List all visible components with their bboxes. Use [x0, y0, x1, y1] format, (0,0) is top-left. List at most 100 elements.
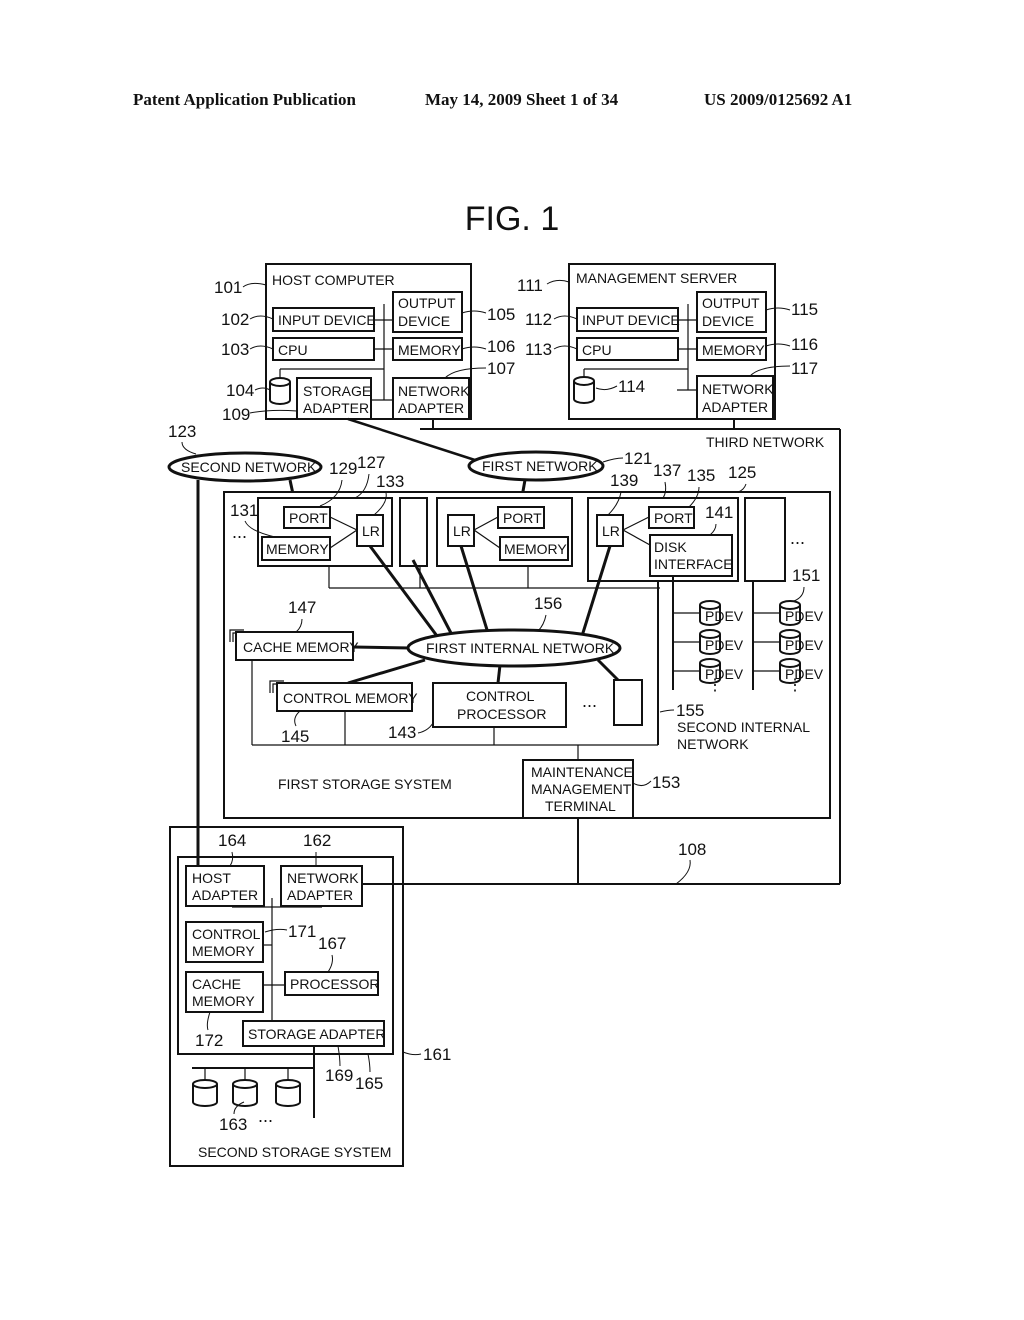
- ref-156: 156: [534, 594, 562, 613]
- host-cpu-label: CPU: [278, 342, 308, 358]
- control-memory-label: CONTROL MEMORY: [283, 690, 418, 706]
- memory-1-label: MEMORY: [266, 541, 329, 557]
- host-disk-icon: [269, 377, 291, 405]
- ref-163: 163: [219, 1115, 247, 1134]
- ref-111: 111: [517, 276, 543, 295]
- ref-162: 162: [303, 831, 331, 850]
- channel-adapter-2: LR PORT MEMORY: [436, 497, 573, 567]
- port-3-label: PORT: [654, 510, 693, 526]
- first-network-label: FIRST NETWORK: [482, 458, 598, 474]
- host-network-adapter-label-2: ADAPTER: [398, 400, 464, 416]
- ref-123: 123: [168, 422, 196, 441]
- ref-103: 103: [221, 340, 249, 359]
- ref-153: 153: [652, 773, 680, 792]
- second-network: SECOND NETWORK 123: [167, 422, 323, 483]
- management-server: MANAGEMENT SERVER INPUT DEVICE OUTPUT DE…: [517, 263, 818, 420]
- ref-131: 131: [230, 501, 258, 520]
- ref-109: 109: [222, 405, 250, 424]
- ref-145: 145: [281, 727, 309, 746]
- pdev-vertical-ellipsis-2: ⋮: [787, 677, 803, 694]
- ellipsis-right: ...: [790, 528, 805, 548]
- mgmt-output-label-1: OUTPUT: [702, 295, 760, 311]
- control-processor-label-2: PROCESSOR: [457, 706, 546, 722]
- mgmt-memory-label: MEMORY: [702, 342, 765, 358]
- host-computer: HOST COMPUTER INPUT DEVICE OUTPUT DEVICE…: [214, 263, 515, 424]
- ref-101: 101: [214, 278, 242, 297]
- pdev-vertical-ellipsis-1: ⋮: [707, 677, 723, 694]
- cache-memory-label: CACHE MEMORY: [243, 639, 359, 655]
- ellipsis-left: ...: [232, 522, 247, 542]
- channel-adapter-collapsed: [399, 497, 428, 567]
- ref-155: 155: [676, 701, 704, 720]
- port-1-label: PORT: [289, 510, 328, 526]
- host-computer-title: HOST COMPUTER: [272, 272, 395, 288]
- host-adapter-label-2: ADAPTER: [192, 887, 258, 903]
- third-network-label: THIRD NETWORK: [706, 434, 825, 450]
- ref-115: 115: [791, 300, 818, 319]
- management-server-title: MANAGEMENT SERVER: [576, 270, 737, 286]
- pdev-label: PDEV: [785, 637, 824, 653]
- ref-104: 104: [226, 381, 254, 400]
- ref-107: 107: [487, 359, 515, 378]
- second-control-memory-label-2: MEMORY: [192, 943, 255, 959]
- host-input-device-label: INPUT DEVICE: [278, 312, 376, 328]
- ref-127: 127: [357, 453, 385, 472]
- maint-label-1: MAINTENANCE: [531, 764, 633, 780]
- maint-label-3: TERMINAL: [545, 798, 616, 814]
- pdev-label: PDEV: [705, 637, 744, 653]
- maint-label-2: MANAGEMENT: [531, 781, 632, 797]
- ref-105: 105: [487, 305, 515, 324]
- host-storage-adapter-label-2: ADAPTER: [303, 400, 369, 416]
- lr-3-label: LR: [602, 523, 620, 539]
- ref-125: 125: [728, 463, 756, 482]
- second-cache-memory-label-2: MEMORY: [192, 993, 255, 1009]
- ref-141: 141: [705, 503, 733, 522]
- port-2-label: PORT: [503, 510, 542, 526]
- ref-147: 147: [288, 598, 316, 617]
- ref-106: 106: [487, 337, 515, 356]
- lr-1-label: LR: [362, 523, 380, 539]
- second-network-label: SECOND NETWORK: [181, 459, 317, 475]
- host-output-label-1: OUTPUT: [398, 295, 456, 311]
- mgmt-disk-icon: [573, 376, 595, 404]
- second-storage-system-title: SECOND STORAGE SYSTEM: [198, 1144, 391, 1160]
- ref-164: 164: [218, 831, 246, 850]
- ref-116: 116: [791, 335, 818, 354]
- second-internal-network-label-1: SECOND INTERNAL: [677, 719, 810, 735]
- mgmt-input-device-label: INPUT DEVICE: [582, 312, 680, 328]
- first-internal-network-label: FIRST INTERNAL NETWORK: [426, 640, 615, 656]
- second-cache-memory-label-1: CACHE: [192, 976, 241, 992]
- second-storage-system: HOST ADAPTER NETWORK ADAPTER CONTROL MEM…: [169, 826, 451, 1167]
- ref-151: 151: [792, 566, 820, 585]
- second-network-adapter-label-2: ADAPTER: [287, 887, 353, 903]
- second-storage-adapter-label: STORAGE ADAPTER: [248, 1026, 385, 1042]
- ref-172: 172: [195, 1031, 223, 1050]
- host-storage-adapter-label-1: STORAGE: [303, 383, 371, 399]
- ref-169: 169: [325, 1066, 353, 1085]
- system-diagram: HOST COMPUTER INPUT DEVICE OUTPUT DEVICE…: [167, 263, 841, 1167]
- ref-165: 165: [355, 1074, 383, 1093]
- ref-108: 108: [678, 840, 706, 859]
- ref-135: 135: [687, 466, 715, 485]
- host-network-adapter-label-1: NETWORK: [398, 383, 470, 399]
- disk-adapter-collapsed: [744, 497, 786, 582]
- mgmt-cpu-label: CPU: [582, 342, 612, 358]
- memory-2-label: MEMORY: [504, 541, 567, 557]
- disk-interface-label-2: INTERFACE: [654, 556, 733, 572]
- second-network-adapter-label-1: NETWORK: [287, 870, 359, 886]
- ref-129: 129: [329, 459, 357, 478]
- host-memory-label: MEMORY: [398, 342, 461, 358]
- first-storage-system: 125 PORT MEMORY LR LR PORT MEMORY LR POR…: [223, 453, 831, 884]
- first-storage-system-title: FIRST STORAGE SYSTEM: [278, 776, 452, 792]
- mgmt-network-adapter-label-2: ADAPTER: [702, 399, 768, 415]
- host-adapter-label-1: HOST: [192, 870, 231, 886]
- second-control-memory-label-1: CONTROL: [192, 926, 261, 942]
- ref-171: 171: [288, 922, 316, 941]
- host-output-label-2: DEVICE: [398, 313, 450, 329]
- lr-2-label: LR: [453, 523, 471, 539]
- ref-112: 112: [525, 310, 552, 329]
- second-processor-label: PROCESSOR: [290, 976, 379, 992]
- ref-117: 117: [791, 359, 818, 378]
- channel-adapter-1: PORT MEMORY LR: [257, 497, 393, 567]
- ellipsis-center: ...: [582, 691, 597, 711]
